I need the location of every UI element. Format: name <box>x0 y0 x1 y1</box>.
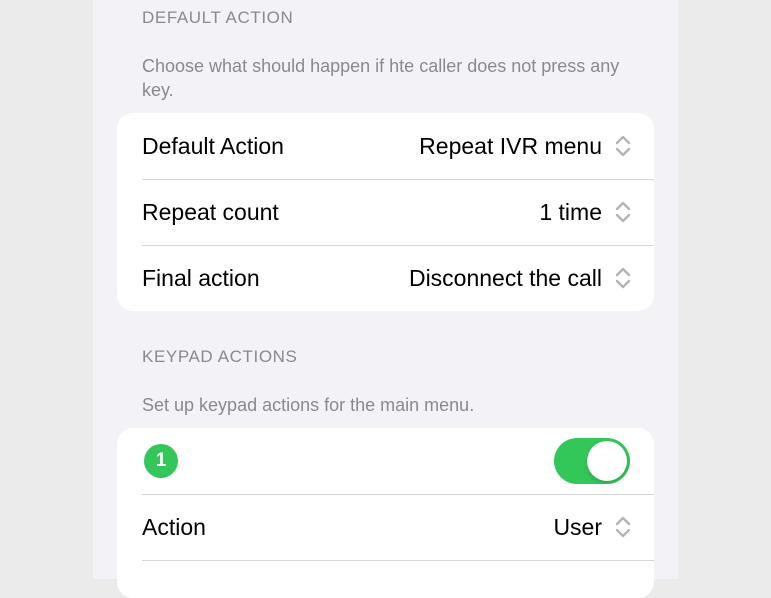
key-enabled-toggle[interactable] <box>554 438 630 484</box>
default-action-group: Default Action Repeat IVR menu Repeat co… <box>117 113 654 311</box>
repeat-count-row[interactable]: Repeat count 1 time <box>117 179 654 245</box>
chevron-up-down-icon <box>615 135 631 157</box>
chevron-up-down-icon <box>615 267 631 289</box>
toggle-knob <box>587 441 627 481</box>
final-action-row[interactable]: Final action Disconnect the call <box>117 245 654 311</box>
chevron-up-down-icon <box>615 516 631 538</box>
repeat-count-value: 1 time <box>539 198 602 225</box>
keypad-action-value: User <box>553 513 602 540</box>
keypad-key-row: 1 <box>117 428 654 494</box>
keypad-actions-section-header: KEYPAD ACTIONS <box>142 347 298 366</box>
key-number-badge: 1 <box>144 444 178 478</box>
final-action-label: Final action <box>142 264 260 291</box>
default-action-section-description: Choose what should happen if hte caller … <box>142 56 620 100</box>
default-action-label: Default Action <box>142 132 284 159</box>
final-action-value: Disconnect the call <box>408 264 602 291</box>
keypad-actions-section-description: Set up keypad actions for the main menu. <box>142 395 475 415</box>
keypad-action-label: Action <box>142 513 206 540</box>
keypad-actions-group: 1 Action User <box>117 428 654 598</box>
repeat-count-label: Repeat count <box>142 198 279 225</box>
settings-panel: DEFAULT ACTION Choose what should happen… <box>93 0 678 598</box>
default-action-row[interactable]: Default Action Repeat IVR menu <box>117 113 654 179</box>
chevron-up-down-icon <box>615 201 631 223</box>
keypad-next-row <box>117 560 654 598</box>
keypad-action-row[interactable]: Action User <box>117 494 654 560</box>
default-action-section-header: DEFAULT ACTION <box>142 8 294 27</box>
default-action-value: Repeat IVR menu <box>419 132 602 159</box>
